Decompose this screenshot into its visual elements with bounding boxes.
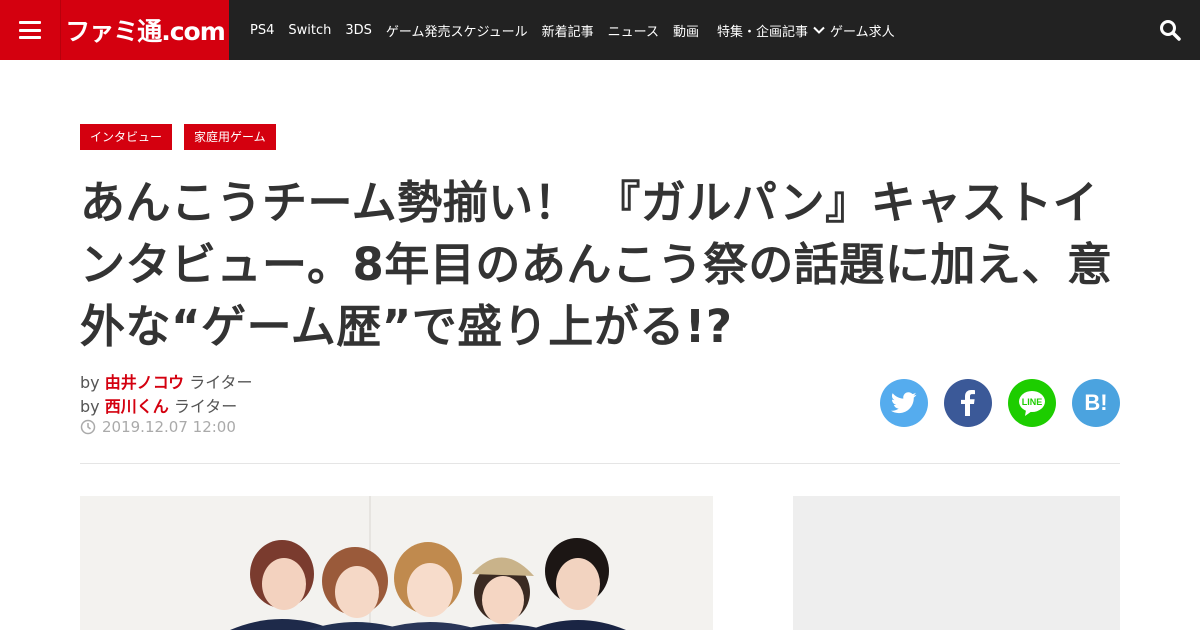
article-hero-image[interactable] <box>80 496 713 630</box>
byline-1: by 由井ノコウ ライター <box>80 369 253 393</box>
publish-date: 2019.12.07 12:00 <box>80 418 236 436</box>
nav-item-new-articles[interactable]: 新着記事 <box>542 21 594 40</box>
author-link[interactable]: 西川くん <box>105 397 169 416</box>
article-title: あんこうチーム勢揃い！ 『ガルパン』キャストインタビュー。8年目のあんこう祭の話… <box>80 176 1113 353</box>
tag-console-games[interactable]: 家庭用ゲーム <box>184 124 276 150</box>
facebook-icon <box>961 390 975 416</box>
byline-2: by 西川くん ライター <box>80 393 237 417</box>
nav-item-jobs[interactable]: ゲーム求人 <box>830 21 895 40</box>
main-nav: PS4 Switch 3DS ゲーム発売スケジュール 新着記事 ニュース 動画 … <box>250 0 909 60</box>
search-icon[interactable] <box>1158 18 1182 42</box>
cast-photo-illustration <box>80 496 713 630</box>
share-hatena-button[interactable]: B! <box>1072 379 1120 427</box>
tag-interview[interactable]: インタビュー <box>80 124 173 150</box>
nav-item-news[interactable]: ニュース <box>608 21 659 40</box>
menu-button[interactable] <box>0 0 60 60</box>
share-twitter-button[interactable] <box>880 379 928 427</box>
author-link[interactable]: 由井ノコウ <box>105 373 184 392</box>
site-logo[interactable]: ファミ通.com <box>60 0 229 60</box>
author-role: ライター <box>189 373 253 392</box>
twitter-icon <box>891 392 917 414</box>
sidebar-ad-slot[interactable] <box>793 496 1120 630</box>
nav-item-videos[interactable]: 動画 <box>673 21 699 40</box>
share-facebook-button[interactable] <box>944 379 992 427</box>
share-line-button[interactable]: LINE <box>1008 379 1056 427</box>
nav-item-release-schedule[interactable]: ゲーム発売スケジュール <box>386 21 528 40</box>
nav-item-ps4[interactable]: PS4 <box>250 23 274 38</box>
author-role: ライター <box>173 397 238 416</box>
clock-icon <box>80 419 96 435</box>
divider <box>80 463 1120 464</box>
svg-text:LINE: LINE <box>1022 397 1043 407</box>
date-text: 2019.12.07 12:00 <box>102 418 236 436</box>
nav-features-label: 特集・企画記事 <box>717 24 809 40</box>
nav-item-switch[interactable]: Switch <box>288 23 331 38</box>
line-icon: LINE <box>1019 391 1045 416</box>
article-tags: インタビュー 家庭用ゲーム <box>80 124 288 150</box>
chevron-down-icon <box>813 26 825 34</box>
byline-prefix: by <box>80 397 100 416</box>
nav-item-3ds[interactable]: 3DS <box>345 23 372 38</box>
hatena-bookmark-icon: B! <box>1084 390 1108 415</box>
byline-prefix: by <box>80 373 100 392</box>
hamburger-icon <box>19 21 41 39</box>
nav-item-features[interactable]: 特集・企画記事 <box>717 21 826 40</box>
site-header: ファミ通.com PS4 Switch 3DS ゲーム発売スケジュール 新着記事… <box>0 0 1200 60</box>
